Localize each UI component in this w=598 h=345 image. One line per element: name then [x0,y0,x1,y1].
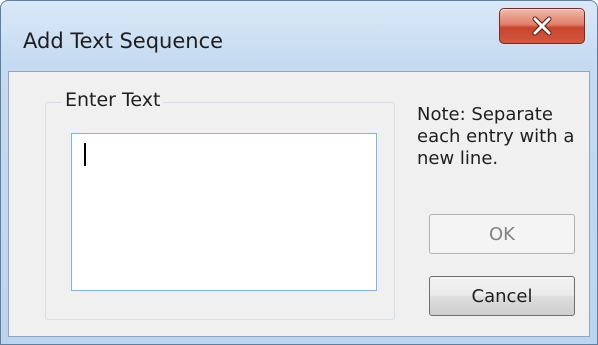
dialog-window: Add Text Sequence Enter Text Note: Separ… [0,0,598,345]
ok-button[interactable]: OK [429,214,575,254]
group-label: Enter Text [62,89,164,111]
title-bar[interactable]: Add Text Sequence [1,1,597,71]
cancel-button[interactable]: Cancel [429,276,575,316]
window-title: Add Text Sequence [23,29,224,53]
enter-text-group: Enter Text [45,89,395,320]
note-text: Note: Separate each entry with a new lin… [417,104,575,169]
text-entry-area[interactable] [71,133,377,291]
close-button[interactable] [499,8,585,44]
dialog-body: Enter Text Note: Separate each entry wit… [8,71,590,337]
close-icon [532,16,552,36]
